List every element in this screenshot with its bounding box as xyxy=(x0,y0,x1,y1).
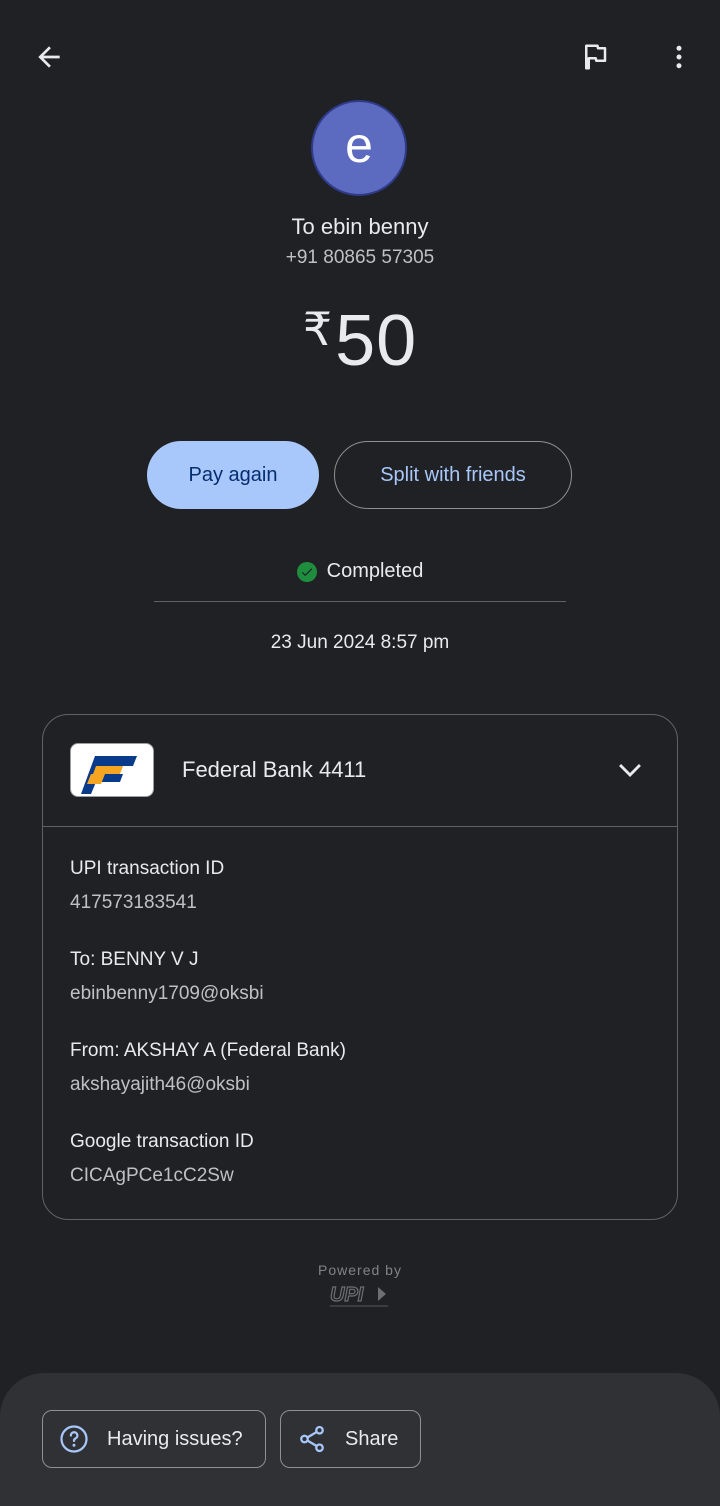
report-button[interactable] xyxy=(570,32,620,82)
svg-text:UPI: UPI xyxy=(330,1284,364,1306)
help-circle-icon xyxy=(60,1425,88,1453)
detail-value: 417573183541 xyxy=(70,892,197,913)
having-issues-label: Having issues? xyxy=(107,1427,243,1450)
federal-bank-logo xyxy=(70,743,154,797)
expand-button[interactable] xyxy=(613,753,647,787)
back-button[interactable] xyxy=(24,32,74,82)
detail-label: To: BENNY V J xyxy=(70,949,199,970)
transaction-datetime: 23 Jun 2024 8:57 pm xyxy=(270,632,450,653)
detail-from: From: AKSHAY A (Federal Bank) akshayajit… xyxy=(70,1040,346,1096)
transaction-details-card: Federal Bank 4411 UPI transaction ID 417… xyxy=(42,714,678,1220)
upi-logo: UPI xyxy=(329,1283,388,1307)
detail-label: From: AKSHAY A (Federal Bank) xyxy=(70,1040,346,1061)
more-vert-icon xyxy=(676,45,682,69)
detail-label: UPI transaction ID xyxy=(70,858,225,879)
bank-name: Federal Bank 4411 xyxy=(182,757,367,782)
arrow-back-icon xyxy=(38,46,60,68)
detail-to: To: BENNY V J ebinbenny1709@oksbi xyxy=(70,949,264,1005)
amount: ₹50 xyxy=(0,300,720,382)
recipient-phone: +91 80865 57305 xyxy=(285,247,435,268)
pay-again-button[interactable]: Pay again xyxy=(147,441,319,509)
currency-symbol: ₹ xyxy=(302,303,334,355)
powered-by-text: Powered by xyxy=(318,1262,402,1278)
chevron-down-icon xyxy=(619,764,641,777)
detail-upi-transaction-id: UPI transaction ID 417573183541 xyxy=(70,858,224,914)
status-text: Completed xyxy=(326,560,424,582)
check-circle-icon xyxy=(296,561,317,582)
flag-icon xyxy=(585,44,607,70)
split-with-friends-button[interactable]: Split with friends xyxy=(334,441,572,509)
share-label: Share xyxy=(345,1427,399,1450)
share-icon xyxy=(300,1425,324,1453)
divider xyxy=(154,601,566,602)
having-issues-button[interactable]: Having issues? xyxy=(42,1410,266,1468)
detail-label: Google transaction ID xyxy=(70,1131,254,1152)
more-options-button[interactable] xyxy=(654,32,704,82)
detail-value: CICAgPCe1cC2Sw xyxy=(70,1165,234,1186)
bank-account-row[interactable]: Federal Bank 4411 xyxy=(43,715,677,827)
amount-value: 50 xyxy=(335,301,418,381)
avatar: e xyxy=(311,100,407,196)
transaction-details-screen: e To ebin benny +91 80865 57305 ₹50 Pay … xyxy=(0,0,720,1506)
detail-value: ebinbenny1709@oksbi xyxy=(70,983,264,1004)
avatar-letter: e xyxy=(345,117,373,173)
detail-google-transaction-id: Google transaction ID CICAgPCe1cC2Sw xyxy=(70,1131,254,1187)
recipient-name: To ebin benny xyxy=(291,214,429,239)
detail-value: akshayajith46@oksbi xyxy=(70,1074,250,1095)
status-row: Completed xyxy=(0,560,720,583)
share-button[interactable]: Share xyxy=(280,1410,421,1468)
